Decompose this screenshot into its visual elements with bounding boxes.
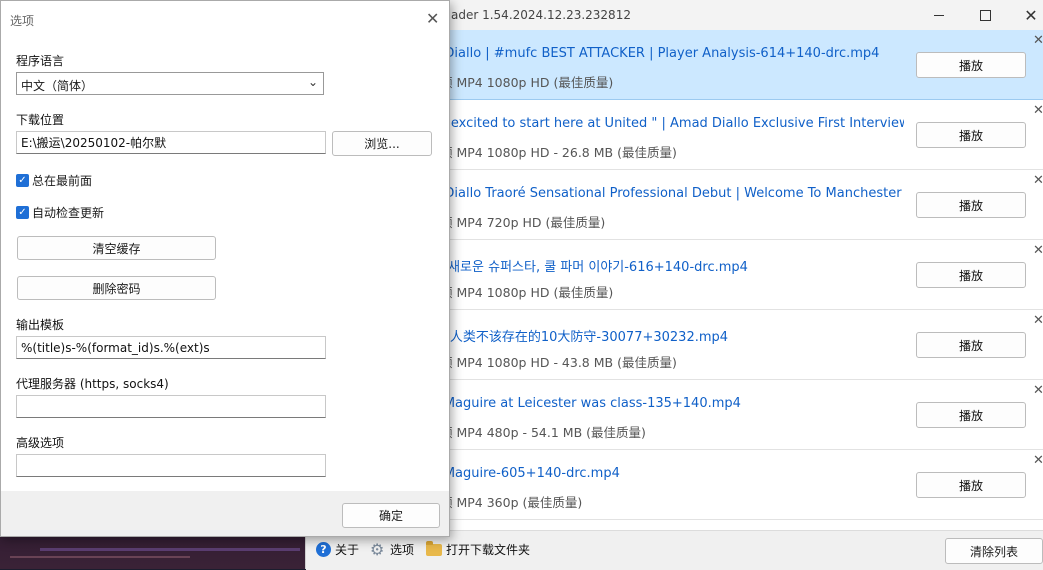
file-meta: 频 MP4 1080p HD (最佳质量) (440, 75, 614, 90)
advanced-options-input[interactable] (16, 454, 326, 477)
auto-update-checkbox[interactable]: ✓ 自动检查更新 (16, 204, 104, 221)
remove-item-icon[interactable]: ✕ (1033, 243, 1043, 258)
gear-icon: ⚙ (370, 539, 385, 559)
about-button[interactable]: ? 关于 (316, 541, 359, 558)
ok-button[interactable]: 确定 (342, 503, 440, 528)
play-button[interactable]: 播放 (916, 52, 1026, 78)
minimize-icon (934, 14, 944, 16)
file-name: 의 새로운 슈퍼스타, 쿨 파머 이야기-616+140-drc.mp4 (432, 260, 748, 275)
file-meta: 频 MP4 1080p HD (最佳质量) (440, 285, 614, 300)
file-name: R--人类不该存在的10大防守-30077+30232.mp4 (432, 330, 729, 345)
window-title: ader 1.54.2024.12.23.232812 (451, 8, 631, 22)
download-location-input[interactable] (16, 131, 326, 154)
play-button[interactable]: 播放 (916, 122, 1026, 148)
options-label: 选项 (390, 543, 415, 557)
chevron-down-icon: ⌄ (307, 75, 318, 89)
browse-button[interactable]: 浏览... (332, 131, 432, 156)
open-folder-label: 打开下载文件夹 (446, 543, 531, 557)
maximize-icon (979, 9, 991, 21)
file-meta: 频 MP4 1080p HD - 43.8 MB (最佳质量) (440, 355, 677, 370)
play-button[interactable]: 播放 (916, 402, 1026, 428)
proxy-input[interactable] (16, 395, 326, 418)
play-button[interactable]: 播放 (916, 192, 1026, 218)
remove-item-icon[interactable]: ✕ (1033, 173, 1043, 188)
file-name: d Diallo Traoré Sensational Professional… (432, 186, 904, 201)
file-meta: 频 MP4 360p (最佳质量) (440, 495, 583, 510)
wallpaper-streak (40, 548, 300, 551)
clear-list-button[interactable]: 清除列表 (945, 538, 1043, 564)
remove-item-icon[interactable]: ✕ (1033, 453, 1043, 468)
close-dialog-icon[interactable]: ✕ (426, 9, 439, 28)
dialog-body (1, 37, 449, 491)
always-on-top-checkbox[interactable]: ✓ 总在最前面 (16, 172, 92, 189)
advanced-options-label: 高级选项 (16, 436, 65, 450)
close-window-button[interactable]: ✕ (1008, 0, 1043, 30)
auto-update-label: 自动检查更新 (32, 206, 105, 220)
remove-item-icon[interactable]: ✕ (1033, 33, 1043, 48)
dialog-title-bar: 选项 ✕ (1, 1, 449, 37)
clear-cache-button[interactable]: 清空缓存 (17, 236, 216, 260)
open-folder-button[interactable]: 打开下载文件夹 (426, 540, 531, 558)
wallpaper-streak (10, 556, 190, 558)
language-value: 中文（简体） (21, 79, 94, 93)
file-name: y Maguire-605+140-drc.mp4 (432, 466, 620, 481)
delete-password-button[interactable]: 删除密码 (17, 276, 216, 300)
language-select[interactable]: 中文（简体） ⌄ (16, 72, 324, 95)
file-name: so excited to start here at United " | A… (432, 116, 904, 131)
remove-item-icon[interactable]: ✕ (1033, 383, 1043, 398)
about-label: 关于 (335, 543, 360, 557)
proxy-label: 代理服务器 (https, socks4) (16, 377, 169, 391)
close-icon: ✕ (1024, 5, 1038, 25)
remove-item-icon[interactable]: ✕ (1033, 313, 1043, 328)
play-button[interactable]: 播放 (916, 472, 1026, 498)
folder-icon (426, 540, 442, 556)
output-template-input[interactable] (16, 336, 326, 359)
check-icon: ✓ (16, 174, 29, 187)
file-name: y Maguire at Leicester was class-135+140… (432, 396, 741, 411)
play-button[interactable]: 播放 (916, 262, 1026, 288)
options-dialog: 选项 ✕ 程序语言 中文（简体） ⌄ 下载位置 浏览... ✓ 总在最前面 ✓ … (0, 0, 450, 537)
dialog-title: 选项 (10, 14, 35, 28)
file-meta: 频 MP4 480p - 54.1 MB (最佳质量) (440, 425, 646, 440)
minimize-button[interactable] (916, 0, 962, 30)
check-icon: ✓ (16, 206, 29, 219)
language-label: 程序语言 (16, 54, 65, 68)
file-meta: 频 MP4 1080p HD - 26.8 MB (最佳质量) (440, 145, 677, 160)
options-button[interactable]: ⚙ 选项 (370, 541, 414, 558)
remove-item-icon[interactable]: ✕ (1033, 103, 1043, 118)
play-button[interactable]: 播放 (916, 332, 1026, 358)
file-meta: 频 MP4 720p HD (最佳质量) (440, 215, 606, 230)
help-icon: ? (316, 542, 331, 557)
file-name: d Diallo | #mufc BEST ATTACKER | Player … (432, 46, 880, 61)
maximize-button[interactable] (962, 0, 1008, 30)
always-on-top-label: 总在最前面 (32, 174, 93, 188)
download-location-label: 下载位置 (16, 113, 65, 127)
output-template-label: 输出模板 (16, 318, 65, 332)
